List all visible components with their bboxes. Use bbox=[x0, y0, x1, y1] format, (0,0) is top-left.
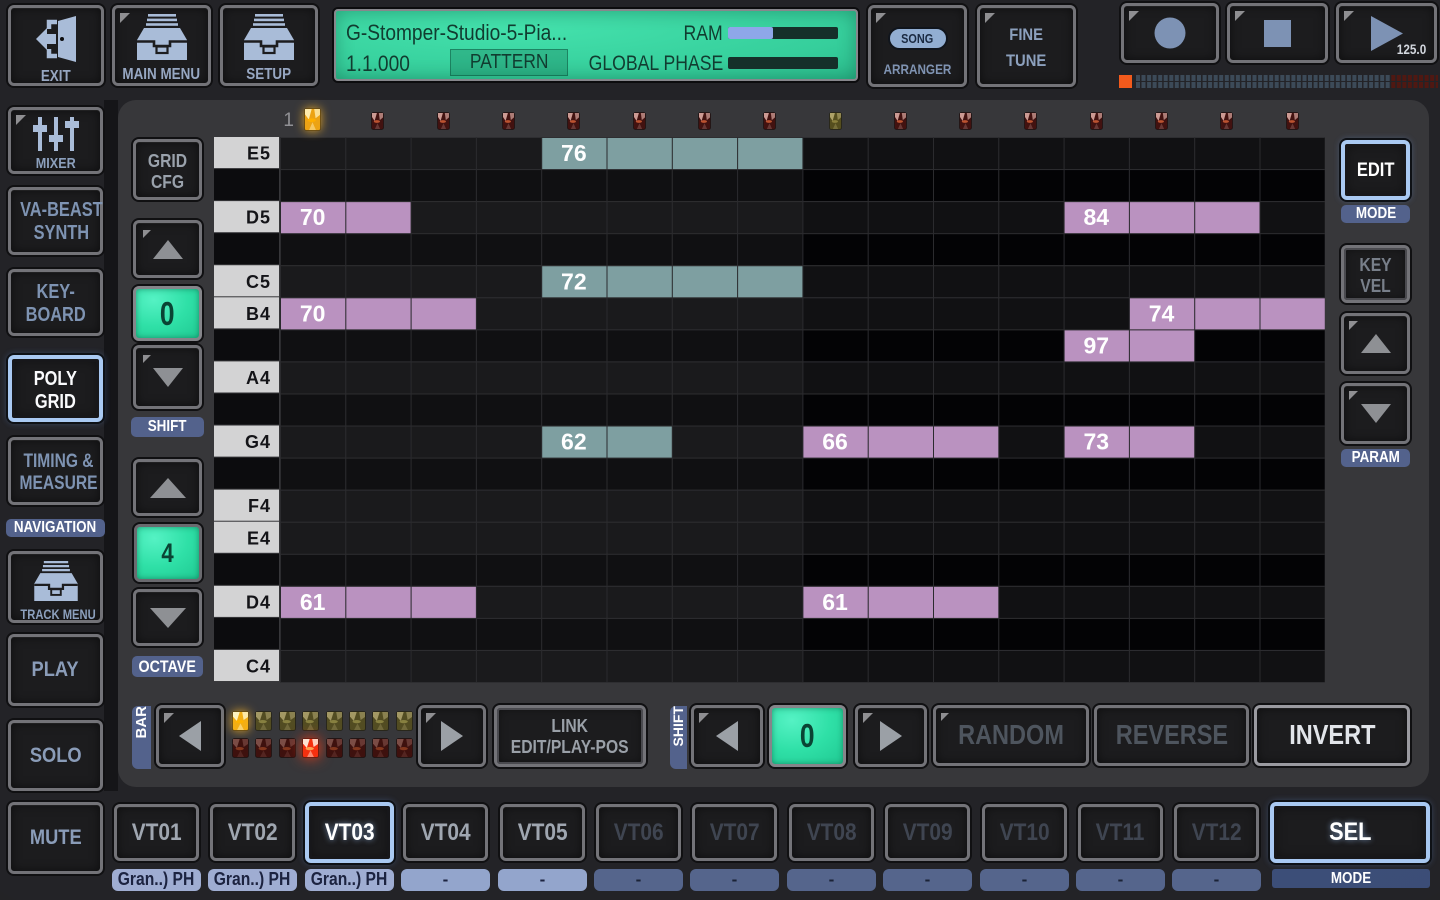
svg-text:D5: D5 bbox=[246, 208, 271, 228]
svg-text:62: 62 bbox=[561, 429, 587, 455]
svg-text:97: 97 bbox=[1083, 332, 1109, 358]
svg-text:B4: B4 bbox=[246, 304, 271, 324]
svg-text:66: 66 bbox=[822, 429, 848, 455]
svg-text:C4: C4 bbox=[246, 656, 271, 676]
svg-text:72: 72 bbox=[561, 268, 587, 294]
svg-text:61: 61 bbox=[300, 589, 326, 615]
svg-text:70: 70 bbox=[300, 204, 326, 230]
svg-text:84: 84 bbox=[1083, 204, 1109, 230]
svg-text:70: 70 bbox=[300, 300, 326, 326]
svg-text:76: 76 bbox=[561, 140, 587, 166]
svg-text:E4: E4 bbox=[247, 528, 271, 548]
svg-text:D4: D4 bbox=[246, 592, 271, 612]
svg-text:G4: G4 bbox=[245, 432, 271, 452]
svg-text:F4: F4 bbox=[248, 496, 271, 516]
svg-text:61: 61 bbox=[822, 589, 848, 615]
svg-text:A4: A4 bbox=[246, 368, 271, 388]
svg-text:74: 74 bbox=[1149, 300, 1175, 326]
svg-text:C5: C5 bbox=[246, 272, 271, 292]
svg-text:E5: E5 bbox=[247, 144, 271, 164]
svg-text:73: 73 bbox=[1083, 429, 1109, 455]
